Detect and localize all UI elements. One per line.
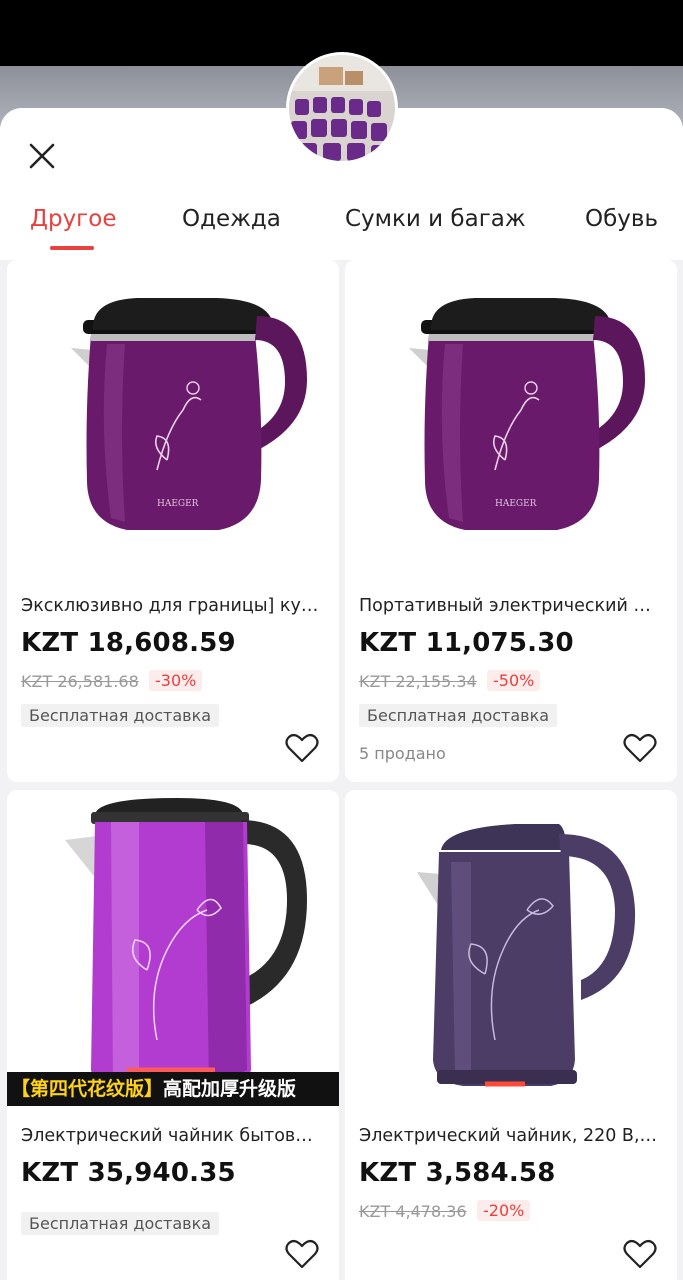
original-price: KZT 26,581.68 [21,672,139,691]
product-card[interactable]: 【第四代花纹版】高配加厚升级版 Электрический чайник быт… [7,790,339,1280]
discount-badge: -50% [487,670,541,691]
store-avatar-image [289,55,395,161]
heart-icon [285,1239,319,1269]
product-price: KZT 3,584.58 [359,1158,556,1188]
discount-badge: -30% [149,670,203,691]
tab-bags-luggage[interactable]: Сумки и багаж [345,206,526,232]
heart-icon [623,1239,657,1269]
tab-shoes[interactable]: Обувь [585,206,658,232]
free-shipping-badge: Бесплатная доставка [21,1212,220,1235]
favorite-button[interactable] [285,1238,319,1270]
tab-other[interactable]: Другое [30,206,117,232]
product-title: Портативный электрический ч... [359,596,659,616]
store-avatar[interactable] [286,52,398,164]
original-price: KZT 4,478.36 [359,1202,467,1221]
heart-icon [623,733,657,763]
original-price: KZT 22,155.34 [359,672,477,691]
product-image: HAEGER [7,260,339,580]
product-title: Электрический чайник, 220 В, ... [359,1126,659,1146]
product-card[interactable]: HAEGER Эксклюзивно для границы] кух... K… [7,260,339,782]
free-shipping-badge: Бесплатная доставка [359,704,558,727]
product-price: KZT 35,940.35 [21,1158,236,1188]
close-icon [29,143,55,169]
free-shipping-badge: Бесплатная доставка [21,704,220,727]
category-sheet: Другое Одежда Сумки и багаж Обувь HAEGER… [0,108,683,1280]
product-card[interactable]: HAEGER Портативный электрический ч... KZ… [345,260,677,782]
product-card[interactable]: Электрический чайник, 220 В, ... KZT 3,5… [345,790,677,1280]
product-image [345,790,677,1110]
product-price: KZT 11,075.30 [359,628,574,658]
product-title: Эксклюзивно для границы] кух... [21,596,321,616]
favorite-button[interactable] [285,732,319,764]
active-tab-indicator [50,246,94,250]
category-tabs: Другое Одежда Сумки и багаж Обувь [0,196,683,256]
sold-count: 5 продано [359,744,446,763]
favorite-button[interactable] [623,732,657,764]
product-price: KZT 18,608.59 [21,628,236,658]
product-title: Электрический чайник бытово... [21,1126,321,1146]
tab-clothing[interactable]: Одежда [182,206,281,232]
svg-text:HAEGER: HAEGER [495,499,537,509]
product-image [7,790,339,1110]
product-image: HAEGER [345,260,677,580]
promo-banner: 【第四代花纹版】高配加厚升级版 [7,1072,339,1106]
discount-badge: -20% [477,1200,531,1221]
svg-text:HAEGER: HAEGER [157,499,199,509]
favorite-button[interactable] [623,1238,657,1270]
close-button[interactable] [22,136,62,176]
heart-icon [285,733,319,763]
